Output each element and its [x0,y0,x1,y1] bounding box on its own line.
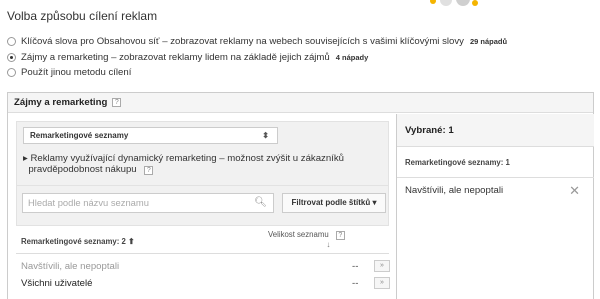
option-interests-label: Zájmy a remarketing [21,52,109,63]
list-type-box: Remarketingové seznamy ⬍ ▸ Reklamy využí… [16,121,389,186]
option-keywords-count: 29 nápadů [469,37,508,46]
selected-item: Navštívili, ale nepoptali ✕ [397,178,594,215]
radio-other[interactable] [7,68,16,77]
selected-title: Vybrané: 1 [397,114,594,147]
list-header-name[interactable]: Remarketingové seznamy: 2 ⬆ [21,237,135,246]
option-interests-count: 4 nápady [335,53,369,62]
search-area: Hledat podle názvu seznamu 🔍︎ Filtrovat … [16,186,389,226]
help-icon[interactable]: ? [335,231,345,240]
page-title: Volba způsobu cílení reklam [7,9,158,23]
available-lists: Remarketingové seznamy ⬍ ▸ Reklamy využí… [8,114,396,299]
option-keywords-label: Klíčová slova pro Obsahovou síť [21,36,160,47]
select-arrows-icon: ⬍ [262,131,269,140]
list-header-size-label: Velikost seznamu [268,230,329,239]
search-placeholder: Hledat podle názvu seznamu [28,197,149,208]
list-item-name: Navštívili, ale nepoptali [21,261,120,272]
list-header: Remarketingové seznamy: 2 ⬆ Velikost sez… [16,226,389,254]
option-other-label: Použít jinou metodu cílení [21,67,132,78]
sort-down-icon: ↓ [326,240,331,249]
selected-lists: Vybrané: 1 Remarketingové seznamy: 1 Nav… [396,114,594,299]
option-other[interactable]: Použít jinou metodu cílení [7,67,131,78]
panel-title: Zájmy a remarketing [14,97,108,108]
radio-keywords[interactable] [7,37,16,46]
list-item-size: -- [352,261,359,272]
dynamic-text-line2: pravděpodobnost nákupu [28,164,137,175]
list-item-size: -- [352,278,359,289]
help-icon[interactable]: ? [144,166,154,175]
list-header-size[interactable]: Velikost seznamu ? ↓ [268,230,345,249]
option-interests-desc: – zobrazovat reklamy lidem na základě je… [111,52,330,63]
chevron-down-icon: ▾ [372,198,377,207]
close-icon[interactable]: ✕ [569,178,580,203]
decorative-dots [420,0,480,8]
option-keywords-desc: – zobrazovat reklamy na webech souvisejí… [162,36,464,47]
dynamic-text-line1: ▸ Reklamy využívající dynamický remarket… [23,153,344,164]
radio-interests[interactable] [7,53,16,62]
help-icon[interactable]: ? [112,98,122,107]
search-input[interactable]: Hledat podle názvu seznamu 🔍︎ [22,193,274,213]
panel-header: Zájmy a remarketing ? [8,93,593,113]
list-item: Všichni uživatelé -- » [16,276,390,293]
list-type-select[interactable]: Remarketingové seznamy ⬍ [23,127,278,144]
dynamic-remarketing-link[interactable]: ▸ Reklamy využívající dynamický remarket… [23,153,363,175]
add-button[interactable]: » [374,277,390,289]
list-type-value: Remarketingové seznamy [30,131,129,140]
filter-by-labels-button[interactable]: Filtrovat podle štítků ▾ [282,193,386,213]
interests-panel: Zájmy a remarketing ? Remarketingové sez… [7,92,594,299]
filter-label: Filtrovat podle štítků [291,198,371,207]
list-item: Navštívili, ale nepoptali -- » [16,259,390,276]
add-button[interactable]: » [374,260,390,272]
search-icon[interactable]: 🔍︎ [254,194,267,212]
list-item-name: Všichni uživatelé [21,278,93,289]
option-interests[interactable]: Zájmy a remarketing – zobrazovat reklamy… [7,52,368,63]
option-keywords[interactable]: Klíčová slova pro Obsahovou síť – zobraz… [7,36,507,47]
selected-item-name: Navštívili, ale nepoptali [405,185,504,196]
selected-subheading: Remarketingové seznamy: 1 [397,147,594,178]
